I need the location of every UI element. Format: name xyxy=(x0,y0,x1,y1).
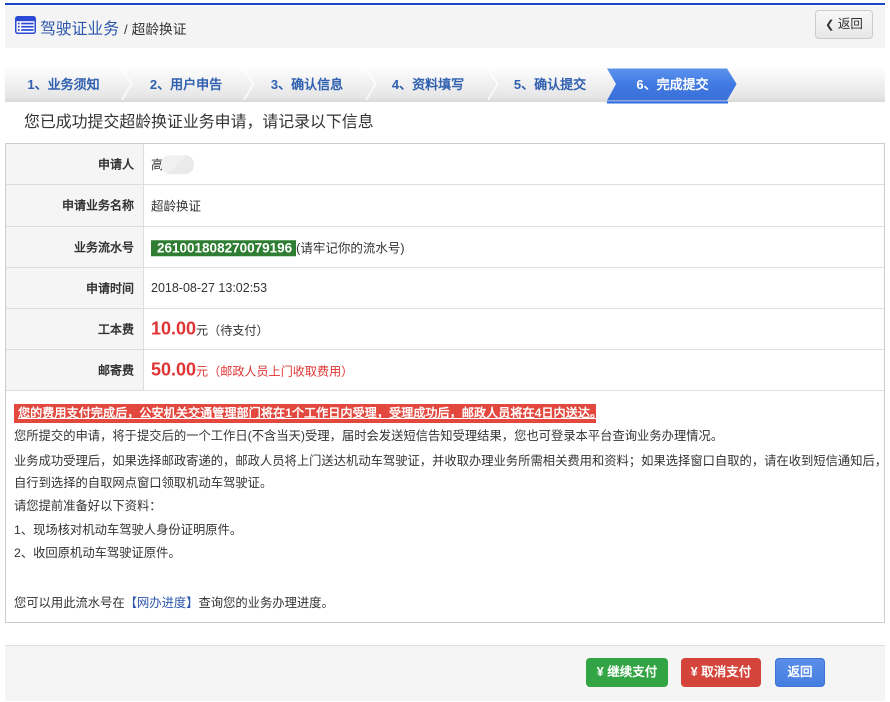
svg-text:3、确认信息: 3、确认信息 xyxy=(271,77,343,92)
svg-text:1、业务须知: 1、业务须知 xyxy=(27,77,99,92)
svg-text:5、确认提交: 5、确认提交 xyxy=(514,77,586,92)
svg-text:2、用户申告: 2、用户申告 xyxy=(150,77,222,92)
svg-text:4、资料填写: 4、资料填写 xyxy=(392,77,464,92)
svg-text:6、完成提交: 6、完成提交 xyxy=(636,77,708,92)
